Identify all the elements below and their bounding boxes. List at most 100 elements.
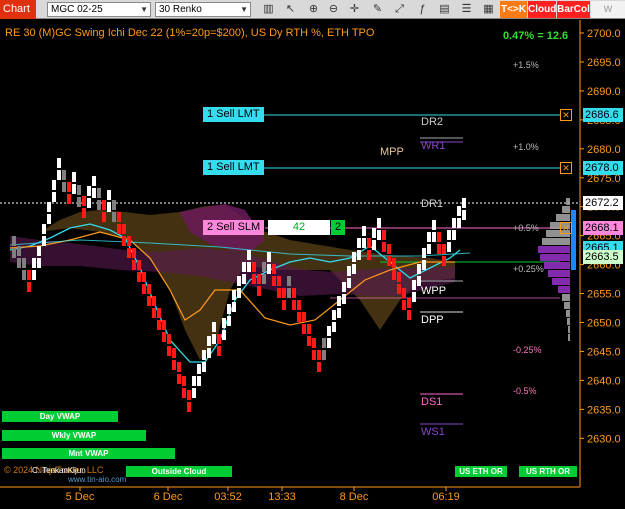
- renko-brick: [282, 288, 286, 298]
- renko-brick: [62, 182, 66, 192]
- crosshair-icon[interactable]: ✛: [347, 2, 362, 17]
- renko-brick: [227, 304, 231, 314]
- sell-slm-qty[interactable]: 42: [268, 220, 330, 235]
- chart-tab[interactable]: Chart: [0, 0, 36, 19]
- percent-readout: 0.47% = 12.6: [503, 30, 569, 42]
- renko-brick: [437, 244, 441, 254]
- day-vwap-button[interactable]: Day VWAP: [2, 411, 118, 422]
- barcol-toggle-button[interactable]: BarCol: [557, 1, 590, 18]
- price-tick-label: 2700.0: [587, 28, 621, 40]
- sell-slm-count[interactable]: 2: [331, 220, 345, 235]
- renko-brick: [42, 236, 46, 246]
- renko-brick: [277, 276, 281, 286]
- renko-brick: [82, 196, 86, 206]
- chevron-down-icon: ▼: [140, 5, 148, 14]
- volume-profile-bar: [558, 286, 570, 293]
- cursor-icon[interactable]: ↖: [283, 2, 298, 17]
- renko-brick: [292, 300, 296, 310]
- renko-brick: [107, 202, 111, 212]
- zoom-in-icon[interactable]: ⊕: [306, 2, 321, 17]
- volume-profile-bar: [564, 302, 570, 309]
- renko-brick: [172, 348, 176, 358]
- arrows-icon[interactable]: ⤢: [392, 2, 407, 17]
- renko-brick: [157, 308, 161, 318]
- dr2-label: DR2: [421, 116, 444, 128]
- renko-brick: [37, 258, 41, 268]
- renko-brick: [447, 242, 451, 252]
- volume-profile-bar: [556, 214, 570, 221]
- instrument-selector[interactable]: MGC 02-25 ▼: [47, 2, 151, 17]
- close-icon[interactable]: ✕: [560, 162, 572, 174]
- renko-brick: [202, 350, 206, 360]
- renko-brick: [442, 244, 446, 254]
- renko-brick: [247, 250, 251, 260]
- close-icon[interactable]: ✕: [560, 109, 572, 121]
- renko-brick: [102, 200, 106, 210]
- renko-brick: [407, 298, 411, 308]
- strategy-icon[interactable]: ▤: [437, 2, 452, 17]
- renko-brick: [12, 248, 16, 258]
- pct-level-label: +1.5%: [513, 60, 539, 70]
- sell-lmt-order-2[interactable]: 1 Sell LMT: [203, 160, 264, 175]
- renko-brick: [32, 270, 36, 280]
- pct-level-label: -0.5%: [513, 386, 537, 396]
- mpp-label: MPP: [380, 146, 404, 158]
- renko-brick: [302, 324, 306, 334]
- cloud-toggle-button[interactable]: Cloud: [528, 1, 556, 18]
- sell-slm-order[interactable]: 2 Sell SLM: [203, 220, 265, 235]
- renko-brick: [342, 282, 346, 292]
- dom-icon[interactable]: ▦: [481, 2, 496, 17]
- properties-icon[interactable]: ☰: [459, 2, 474, 17]
- renko-brick: [437, 232, 441, 242]
- renko-brick: [222, 330, 226, 340]
- dpp-label: DPP: [421, 314, 444, 326]
- renko-brick: [452, 230, 456, 240]
- renko-brick: [177, 374, 181, 384]
- bar-chart-icon[interactable]: ▥: [261, 2, 276, 17]
- renko-brick: [432, 220, 436, 230]
- close-icon[interactable]: ✕: [560, 222, 572, 234]
- renko-brick: [17, 246, 21, 256]
- renko-brick: [207, 336, 211, 346]
- tk-toggle-button[interactable]: T<>K: [500, 1, 527, 18]
- renko-brick: [372, 228, 376, 238]
- volume-profile-bar: [568, 334, 570, 341]
- renko-brick: [47, 202, 51, 212]
- renko-brick: [62, 170, 66, 180]
- renko-brick: [157, 320, 161, 330]
- renko-brick: [162, 332, 166, 342]
- pencil-icon[interactable]: ✎: [370, 2, 385, 17]
- renko-brick: [102, 212, 106, 222]
- us-rth-or-button[interactable]: US RTH OR: [519, 466, 577, 477]
- renko-brick: [237, 276, 241, 286]
- renko-brick: [162, 320, 166, 330]
- renko-brick: [287, 276, 291, 286]
- wkly-vwap-button[interactable]: Wkly VWAP: [2, 430, 146, 441]
- renko-brick: [37, 246, 41, 256]
- outside-cloud-button[interactable]: Outside Cloud: [126, 466, 232, 477]
- zoom-out-icon[interactable]: ⊖: [326, 2, 341, 17]
- renko-brick: [252, 274, 256, 284]
- wvwap-toggle-button[interactable]: W VWAP: [591, 1, 625, 31]
- us-eth-or-button[interactable]: US ETH OR: [455, 466, 507, 477]
- price-tick-label: 2630.0: [587, 433, 621, 445]
- sell-lmt-order-1[interactable]: 1 Sell LMT: [203, 107, 264, 122]
- renko-brick: [402, 300, 406, 310]
- instrument-label: MGC 02-25: [51, 4, 103, 15]
- renko-brick: [462, 210, 466, 220]
- renko-brick: [352, 252, 356, 262]
- indicators-icon[interactable]: ƒ: [415, 2, 430, 17]
- volume-profile-bar: [538, 246, 570, 253]
- pct-level-label: +1.0%: [513, 142, 539, 152]
- mnt-vwap-button[interactable]: Mnt VWAP: [2, 448, 175, 459]
- volume-profile-bar: [562, 206, 570, 213]
- renko-brick: [362, 226, 366, 236]
- volume-profile-bar: [568, 326, 570, 333]
- renko-brick: [77, 197, 81, 207]
- renko-brick: [392, 270, 396, 280]
- time-tick-label: 06:19: [432, 491, 460, 503]
- renko-brick: [87, 186, 91, 196]
- bar-type-selector[interactable]: 30 Renko ▼: [155, 2, 251, 17]
- renko-brick: [137, 272, 141, 282]
- renko-brick: [152, 296, 156, 306]
